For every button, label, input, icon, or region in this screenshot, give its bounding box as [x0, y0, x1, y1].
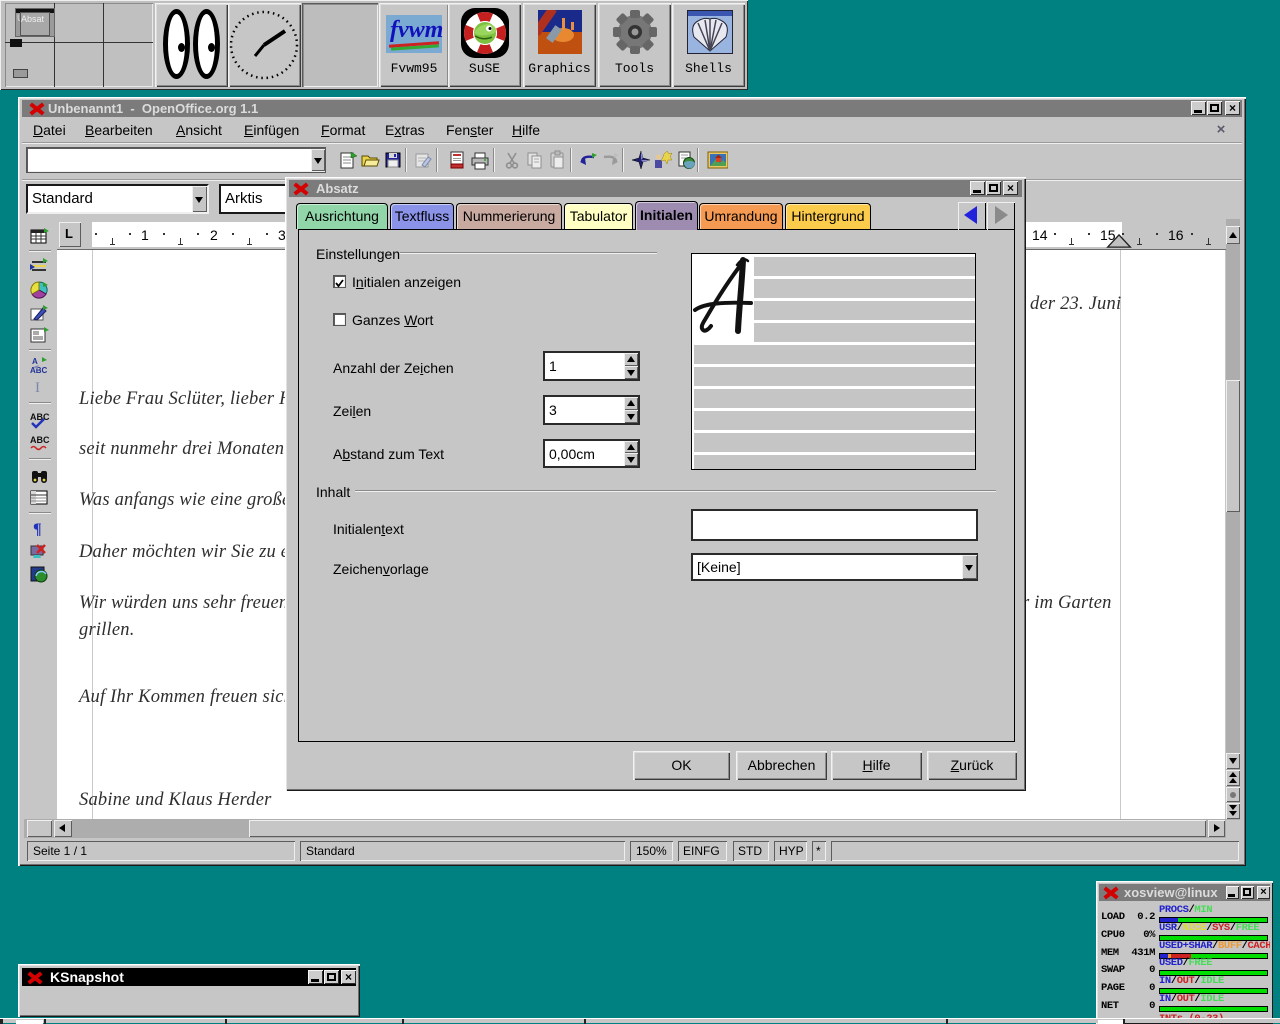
svg-text:ABC: ABC: [30, 435, 50, 445]
svg-text:ABC: ABC: [30, 366, 48, 375]
svg-text:¶: ¶: [33, 521, 42, 538]
svg-text:ABC: ABC: [30, 412, 50, 422]
svg-text:I: I: [35, 380, 40, 396]
